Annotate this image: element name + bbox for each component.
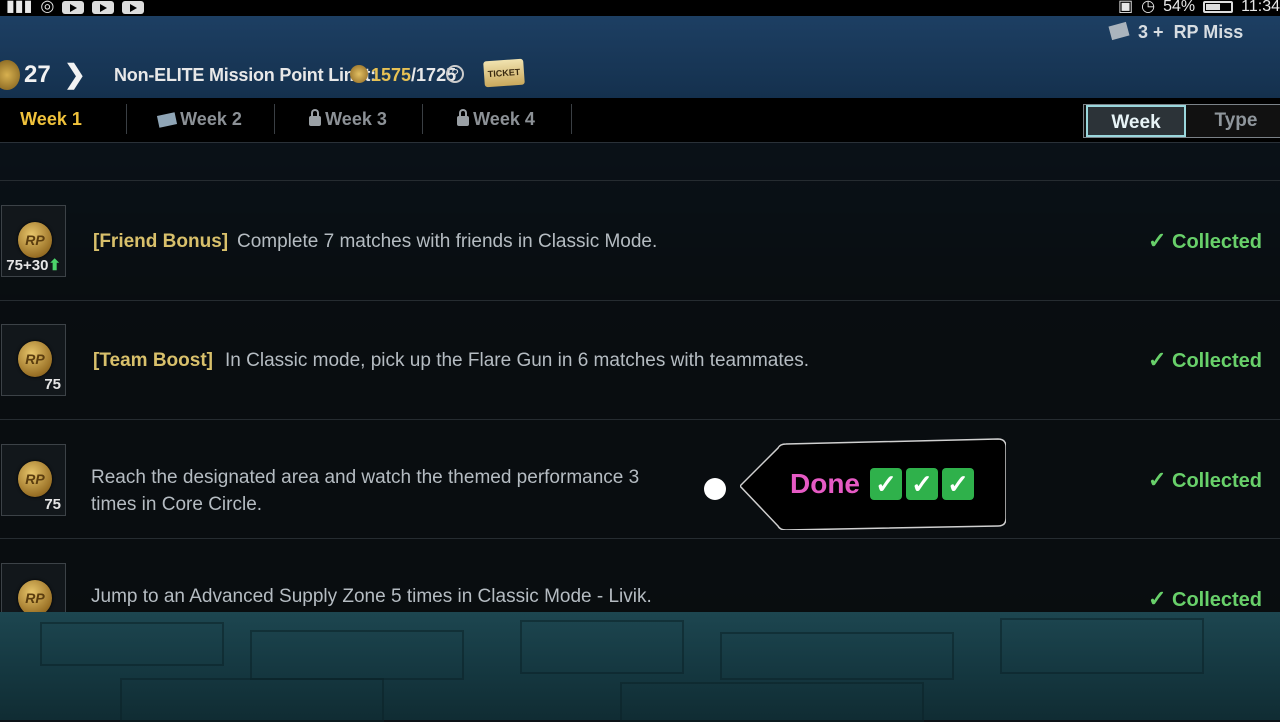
stone-tile — [720, 632, 954, 680]
status-collected: ✓ Collected — [1148, 467, 1262, 493]
pointer-dot — [704, 478, 726, 500]
reward-box: RP 75 — [1, 444, 66, 516]
plus-icon: + — [1153, 22, 1164, 42]
rp-level: 27 — [24, 61, 51, 88]
ground-tiles — [0, 612, 1280, 722]
tab-week-3[interactable]: Week 3 — [298, 98, 398, 142]
status-label: Collected — [1172, 231, 1263, 253]
reward-box: RP 75 — [1, 324, 66, 396]
mission-tag: [Friend Bonus] — [93, 231, 229, 252]
reward-amount: 75 — [44, 376, 61, 393]
tab-label: Week 4 — [473, 109, 535, 129]
checkmark-icon: ✓ — [1148, 347, 1167, 372]
ticket-small-icon — [1108, 21, 1130, 41]
top-right-count: 3 — [1138, 22, 1149, 42]
done-callout: Done ✓ ✓ ✓ — [740, 438, 1006, 530]
point-count: 1575/1725 — [371, 65, 456, 86]
status-label: Collected — [1172, 350, 1263, 372]
reward-box: RP — [1, 563, 66, 612]
tab-divider — [571, 104, 572, 134]
top-right-info[interactable]: 3 + RP Miss — [1108, 21, 1244, 43]
mission-header: 27 ❯ Non-ELITE Mission Point Limit: 1575… — [0, 21, 1280, 98]
chevron-right-icon[interactable]: ❯ — [64, 59, 86, 90]
green-check-icon: ✓ — [942, 468, 974, 500]
youtube-notification-icon — [92, 0, 115, 14]
list-item: 75 — [0, 143, 1280, 179]
list-item: RP Jump to an Advanced Supply Zone 5 tim… — [0, 538, 1280, 612]
tab-label: Week 1 — [20, 109, 82, 129]
rp-coin-icon: RP — [18, 341, 52, 377]
status-bar: ▮▮▮ ◎ ▣ ◷ 54% 11:34 — [0, 0, 1280, 16]
stone-tile — [250, 630, 464, 680]
mission-description: Jump to an Advanced Supply Zone 5 times … — [91, 586, 652, 607]
tab-label: Week 2 — [180, 109, 242, 129]
ticket-icon — [157, 112, 178, 128]
top-right-label: RP Miss — [1173, 22, 1244, 42]
checkmark-icon: ✓ — [1148, 586, 1167, 611]
stone-tile — [620, 682, 924, 722]
tab-divider — [126, 104, 127, 134]
mission-description: In Classic mode, pick up the Flare Gun i… — [225, 350, 809, 371]
tab-week-4[interactable]: Week 4 — [446, 98, 546, 142]
mission-list[interactable]: 75 RP 75+30⬆ [Friend Bonus] Complete 7 m… — [0, 143, 1280, 612]
hotspot-icon: ◎ — [40, 0, 55, 15]
tab-divider — [274, 104, 275, 134]
list-item: RP 75+30⬆ [Friend Bonus] Complete 7 matc… — [0, 180, 1280, 299]
list-item: RP 75 Reach the designated area and watc… — [0, 419, 1280, 538]
reward-amount: 75+30⬆ — [6, 256, 61, 274]
tab-label: Week 3 — [325, 109, 387, 129]
vibrate-icon: ▣ — [1118, 0, 1134, 15]
done-label: Done — [790, 468, 860, 499]
stone-tile — [1000, 618, 1204, 674]
green-check-icon: ✓ — [870, 468, 902, 500]
stone-tile — [520, 620, 684, 674]
point-limit-label: Non-ELITE Mission Point Limit: — [114, 65, 376, 85]
status-label: Collected — [1172, 470, 1263, 492]
help-icon[interactable]: ? — [446, 65, 464, 83]
mission-description: Complete 7 matches with friends in Class… — [237, 231, 658, 252]
stone-tile — [40, 622, 224, 666]
tab-divider — [422, 104, 423, 134]
rp-coin-icon: RP — [18, 461, 52, 497]
level-badge-icon — [0, 60, 20, 90]
status-collected: ✓ Collected — [1148, 586, 1262, 612]
status-collected: ✓ Collected — [1148, 347, 1262, 373]
lock-icon — [457, 109, 470, 126]
rp-coin-icon: RP — [18, 222, 52, 258]
reward-value: 75+30 — [6, 257, 49, 274]
youtube-notification-icon — [62, 0, 85, 14]
rp-coin-icon — [350, 65, 368, 83]
alarm-icon: ◷ — [1141, 0, 1156, 15]
boost-arrow-icon: ⬆ — [48, 257, 61, 274]
reward-box: RP 75+30⬆ — [1, 205, 66, 277]
green-check-icon: ✓ — [906, 468, 938, 500]
tab-week-2[interactable]: Week 2 — [150, 98, 250, 142]
toggle-week[interactable]: Week — [1086, 105, 1186, 137]
points-current: 1575 — [371, 65, 412, 85]
clock: 11:34 — [1241, 0, 1280, 15]
reward-amount: 75 — [44, 496, 61, 513]
signal-icon: ▮▮▮ — [6, 0, 33, 15]
youtube-notification-icon — [122, 0, 145, 14]
toggle-type[interactable]: Type — [1188, 105, 1280, 137]
lock-icon — [309, 109, 322, 126]
battery-percent: 54% — [1163, 0, 1196, 15]
rp-coin-icon: RP — [18, 580, 52, 612]
mission-tag: [Team Boost] — [93, 350, 213, 371]
checkmark-icon: ✓ — [1148, 228, 1167, 253]
view-toggle: Week Type — [1083, 104, 1280, 138]
list-item: RP 75 [Team Boost] In Classic mode, pick… — [0, 300, 1280, 419]
ticket-icon[interactable]: TICKET — [483, 58, 525, 88]
tab-week-1[interactable]: Week 1 — [0, 98, 102, 142]
status-label: Collected — [1172, 589, 1263, 611]
stone-tile — [120, 678, 384, 722]
checkmark-icon: ✓ — [1148, 467, 1167, 492]
mission-description: Reach the designated area and watch the … — [91, 467, 640, 515]
status-collected: ✓ Collected — [1148, 228, 1262, 254]
battery-icon — [1203, 1, 1234, 13]
